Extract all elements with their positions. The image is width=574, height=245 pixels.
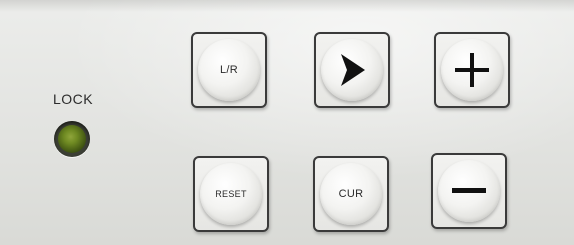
play-arrow-icon [341, 54, 365, 86]
plus-button[interactable] [434, 32, 510, 108]
control-panel: LOCK L/R RESET CUR [0, 0, 574, 245]
play-button[interactable] [314, 32, 390, 108]
minus-icon [452, 188, 486, 193]
cur-button-cap[interactable]: CUR [320, 163, 382, 225]
lock-label: LOCK [52, 91, 94, 107]
minus-button-cap[interactable] [438, 160, 500, 222]
minus-button[interactable] [431, 153, 507, 229]
lr-button-label: L/R [219, 64, 239, 76]
cur-button-label: CUR [338, 188, 364, 200]
plus-button-cap[interactable] [441, 39, 503, 101]
play-button-cap[interactable] [321, 39, 383, 101]
reset-button[interactable]: RESET [193, 156, 269, 232]
lock-indicator-led [54, 121, 90, 157]
reset-button-label: RESET [215, 189, 247, 199]
reset-button-cap[interactable]: RESET [200, 163, 262, 225]
cur-button[interactable]: CUR [313, 156, 389, 232]
lr-button-cap[interactable]: L/R [198, 39, 260, 101]
plus-icon [455, 53, 489, 87]
panel-top-edge [0, 0, 574, 12]
lr-button[interactable]: L/R [191, 32, 267, 108]
